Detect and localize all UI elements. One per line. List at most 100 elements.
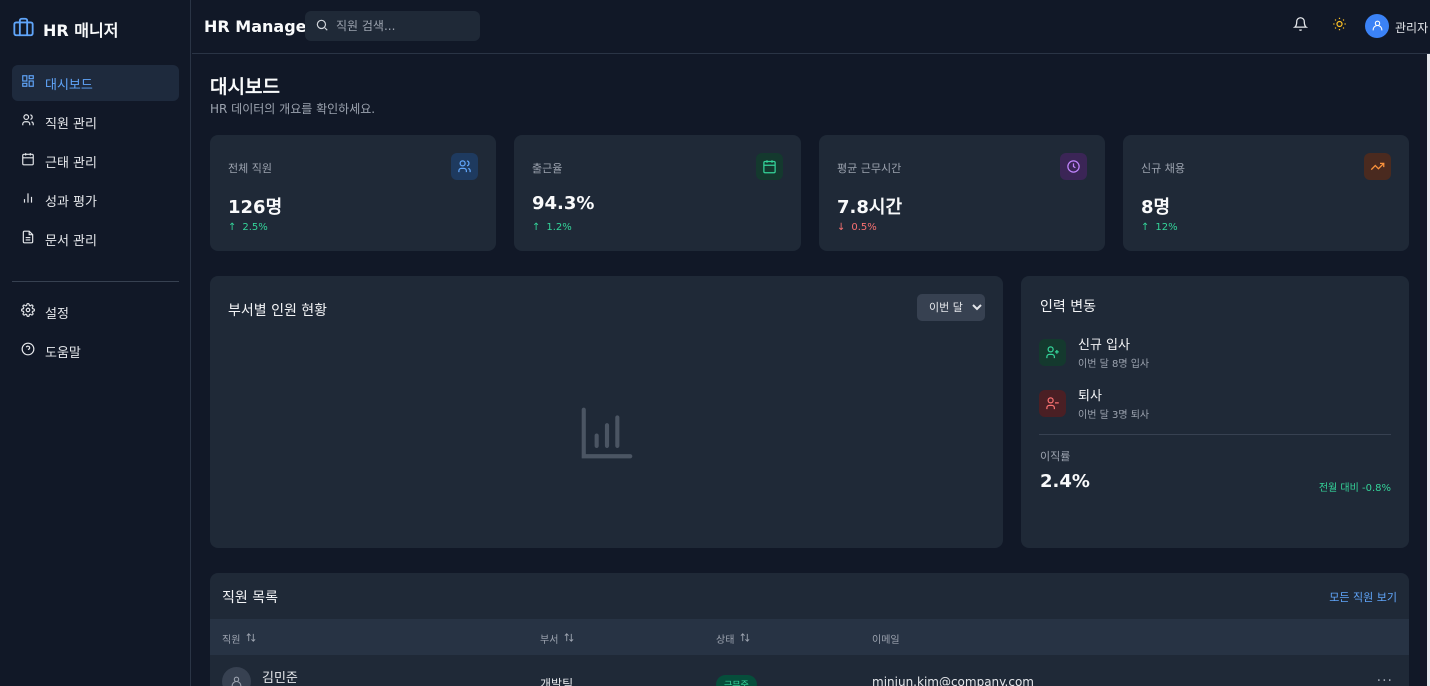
leave-desc: 이번 달 3명 퇴사: [1078, 410, 1150, 421]
gear-icon: [21, 303, 35, 321]
stat-card-new-hires: 신규 채용 8명 ↑ 12%: [1123, 135, 1409, 251]
employee-email: minjun.kim@company.com: [872, 675, 1034, 686]
column-label: 상태: [716, 635, 735, 646]
user-plus-icon: [1039, 338, 1066, 366]
stat-label: 전체 직원: [228, 162, 272, 175]
sidebar-item-label: 문서 관리: [45, 233, 97, 249]
workforce-title: 인력 변동: [1040, 299, 1096, 315]
stat-card-total-employees: 전체 직원 126명 ↑ 2.5%: [210, 135, 496, 251]
dashboard-icon: [21, 74, 35, 92]
turnover-label: 이직률: [1040, 450, 1071, 463]
sidebar-item-label: 대시보드: [45, 77, 93, 93]
turnover-compare: 전월 대비 -0.8%: [1318, 483, 1391, 494]
sort-icon: [739, 632, 751, 646]
header-title: HR Manager: [204, 17, 315, 36]
stat-change-value: 1.2%: [546, 222, 572, 233]
column-header-employee[interactable]: 직원: [222, 631, 257, 646]
status-badge: 근무중: [716, 675, 757, 686]
sidebar-item-attendance[interactable]: 근태 관리: [12, 143, 179, 179]
column-label: 이메일: [872, 635, 900, 646]
table-title: 직원 목록: [222, 590, 278, 606]
users-icon: [451, 153, 478, 180]
workforce-divider: [1039, 434, 1391, 435]
briefcase-icon: [12, 16, 35, 42]
help-icon: [21, 342, 35, 360]
sort-icon: [563, 632, 575, 646]
search-input[interactable]: [336, 19, 466, 33]
stat-card-attendance-rate: 출근율 94.3% ↑ 1.2%: [514, 135, 801, 251]
calendar-icon: [756, 153, 783, 180]
turnover-value: 2.4%: [1040, 471, 1090, 492]
page-subtitle: HR 데이터의 개요를 확인하세요.: [210, 102, 376, 116]
stat-card-average-hours: 평균 근무시간 7.8시간 ↓ 0.5%: [819, 135, 1105, 251]
sort-icon: [245, 632, 257, 646]
top-header: HR Manager 관리자: [192, 0, 1430, 54]
sidebar-item-employees[interactable]: 직원 관리: [12, 104, 179, 140]
user-avatar[interactable]: [1365, 14, 1389, 38]
sidebar-item-label: 설정: [45, 306, 69, 322]
search-icon: [315, 17, 329, 36]
stat-label: 신규 채용: [1141, 162, 1185, 175]
stat-change: ↑ 2.5%: [228, 222, 268, 233]
leave-row: 퇴사 이번 달 3명 퇴사: [1039, 385, 1149, 421]
stat-label: 출근율: [532, 162, 563, 175]
arrow-up-icon: ↑: [228, 222, 237, 233]
period-select[interactable]: 이번 달: [917, 294, 985, 321]
bar-chart-icon: [21, 191, 35, 209]
leave-title: 퇴사: [1078, 389, 1102, 404]
column-label: 직원: [222, 635, 241, 646]
column-label: 부서: [540, 635, 559, 646]
employee-department: 개발팀: [540, 677, 574, 686]
sidebar-item-performance[interactable]: 성과 평가: [12, 182, 179, 218]
sidebar: HR 매니저 대시보드 직원 관리 근태 관리 성과 평가 문서 관리 설정 도…: [0, 0, 191, 686]
trending-up-icon: [1364, 153, 1391, 180]
arrow-down-icon: ↓: [837, 222, 846, 233]
brand[interactable]: HR 매니저: [12, 16, 118, 42]
sidebar-item-label: 도움말: [45, 345, 81, 361]
clock-icon: [1060, 153, 1087, 180]
brand-name: HR 매니저: [43, 21, 119, 40]
user-minus-icon: [1039, 389, 1066, 417]
stat-change-value: 12%: [1155, 222, 1178, 233]
row-menu-button[interactable]: ···: [1377, 673, 1393, 686]
stat-label: 평균 근무시간: [837, 162, 902, 175]
stat-value: 126명: [228, 197, 283, 218]
column-header-status[interactable]: 상태: [716, 631, 751, 646]
sidebar-item-label: 직원 관리: [45, 116, 97, 132]
table-row[interactable]: 김민준 개발팀 근무중 minjun.kim@company.com ···: [210, 655, 1409, 686]
stat-change: ↓ 0.5%: [837, 222, 877, 233]
stat-value: 7.8시간: [837, 197, 903, 218]
stat-change-value: 0.5%: [851, 222, 877, 233]
avatar: [222, 667, 251, 686]
chart-placeholder-icon: [576, 402, 638, 468]
stat-change-value: 2.5%: [242, 222, 268, 233]
users-icon: [21, 113, 35, 131]
sidebar-item-label: 성과 평가: [45, 194, 97, 210]
stat-change: ↑ 12%: [1141, 222, 1178, 233]
stat-value: 94.3%: [532, 193, 595, 214]
stat-change: ↑ 1.2%: [532, 222, 572, 233]
view-all-employees-link[interactable]: 모든 직원 보기: [1329, 589, 1397, 605]
workforce-change-card: 인력 변동 신규 입사 이번 달 8명 입사 퇴사 이번 달 3명 퇴사 이직률…: [1021, 276, 1409, 548]
sidebar-item-dashboard[interactable]: 대시보드: [12, 65, 179, 101]
page-title: 대시보드: [210, 76, 280, 98]
chart-title: 부서별 인원 현황: [228, 303, 328, 319]
search-box[interactable]: [305, 11, 480, 41]
new-hire-row: 신규 입사 이번 달 8명 입사: [1039, 334, 1149, 370]
sidebar-item-help[interactable]: 도움말: [12, 333, 179, 369]
sun-icon[interactable]: [1332, 16, 1347, 36]
arrow-up-icon: ↑: [532, 222, 541, 233]
column-header-department[interactable]: 부서: [540, 631, 575, 646]
stat-value: 8명: [1141, 197, 1171, 218]
document-icon: [21, 230, 35, 248]
user-name[interactable]: 관리자: [1395, 19, 1428, 36]
new-hire-title: 신규 입사: [1078, 338, 1130, 353]
sidebar-item-documents[interactable]: 문서 관리: [12, 221, 179, 257]
bell-icon[interactable]: [1292, 16, 1309, 36]
new-hire-desc: 이번 달 8명 입사: [1078, 359, 1150, 370]
sidebar-item-settings[interactable]: 설정: [12, 294, 179, 330]
employee-name: 김민준: [262, 671, 298, 686]
employee-table-card: 직원 목록 모든 직원 보기 직원 부서 상태 이메일 김민준 개발팀 근무중 …: [210, 573, 1409, 686]
column-header-email: 이메일: [872, 631, 900, 646]
table-header: 직원 부서 상태 이메일: [210, 619, 1409, 655]
